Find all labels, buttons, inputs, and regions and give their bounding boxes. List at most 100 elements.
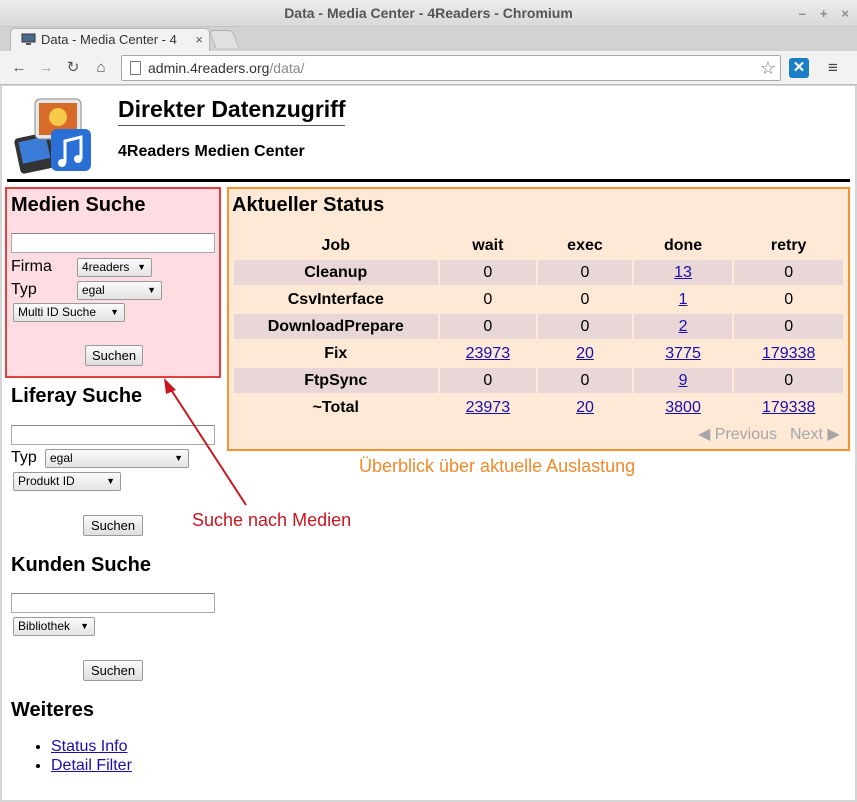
forward-icon[interactable]: → — [35, 57, 57, 79]
column-header-exec: exec — [567, 237, 603, 254]
column-header-job: Job — [321, 237, 350, 254]
wait-link[interactable]: 23973 — [466, 399, 511, 416]
browser-toolbar: ← → ↻ ⌂ admin.4readers.org/data/ ☆ ✕ ≡ — [0, 51, 857, 85]
liferay-search-title: Liferay Suche — [11, 385, 143, 407]
status-title: Aktueller Status — [232, 194, 385, 216]
done-link[interactable]: 3775 — [665, 345, 701, 362]
medien-search-input[interactable] — [11, 233, 215, 253]
retry-link[interactable]: 179338 — [762, 399, 815, 416]
minimize-icon[interactable]: – — [799, 0, 806, 27]
table-row: Fix 23973 20 3775 179338 — [234, 341, 843, 366]
kunden-mode-select[interactable]: Bibliothek ▼ — [13, 617, 95, 636]
chevron-down-icon: ▼ — [106, 476, 115, 486]
job-cell: Cleanup — [234, 260, 438, 285]
liferay-typ-select-value: egal — [50, 451, 73, 465]
firma-label: Firma — [11, 258, 52, 275]
close-window-icon[interactable]: × — [841, 0, 849, 27]
done-link[interactable]: 3800 — [665, 399, 701, 416]
medien-typ-select-value: egal — [82, 283, 105, 297]
window-title: Data - Media Center - 4Readers - Chromiu… — [284, 5, 573, 21]
table-row: DownloadPrepare 0 0 2 0 — [234, 314, 843, 339]
wait-cell: 0 — [439, 314, 537, 339]
pager-next-label: Next — [790, 426, 823, 443]
medien-search-title: Medien Suche — [11, 194, 146, 216]
window-controls: – + × — [799, 0, 849, 27]
done-cell: 13 — [633, 260, 733, 285]
exec-cell: 0 — [580, 290, 590, 308]
wait-cell: 23973 — [440, 341, 537, 366]
column-header-wait: wait — [472, 237, 504, 254]
chevron-down-icon: ▼ — [174, 453, 183, 463]
liferay-typ-select[interactable]: egal ▼ — [45, 449, 189, 468]
home-icon[interactable]: ⌂ — [90, 57, 112, 79]
close-tab-icon[interactable]: × — [195, 29, 203, 51]
status-caption: Überblick über aktuelle Auslastung — [359, 456, 636, 476]
table-row: Cleanup 0 0 13 0 — [234, 260, 843, 285]
chevron-down-icon: ▼ — [137, 262, 146, 272]
detail-filter-link[interactable]: Detail Filter — [51, 757, 132, 774]
pager-previous[interactable]: ◀ Previous — [698, 424, 777, 444]
medien-typ-select[interactable]: egal ▼ — [77, 281, 162, 300]
medien-mode-select[interactable]: Multi ID Suche ▼ — [13, 303, 125, 322]
done-link[interactable]: 1 — [679, 291, 688, 308]
table-row: CsvInterface 0 0 1 0 — [234, 287, 843, 312]
wait-link[interactable]: 23973 — [466, 345, 511, 362]
done-link[interactable]: 13 — [674, 264, 692, 281]
exec-cell: 20 — [538, 341, 632, 366]
kunden-mode-select-value: Bibliothek — [18, 619, 71, 633]
done-link[interactable]: 2 — [679, 318, 688, 335]
medien-mode-select-value: Multi ID Suche — [18, 305, 97, 319]
back-icon[interactable]: ← — [8, 57, 30, 79]
retry-link[interactable]: 179338 — [762, 345, 815, 362]
column-header-done: done — [663, 237, 703, 254]
exec-link[interactable]: 20 — [576, 345, 594, 362]
extension-icon[interactable]: ✕ — [789, 58, 809, 78]
wait-cell: 0 — [439, 368, 537, 393]
done-link[interactable]: 9 — [679, 372, 688, 389]
done-cell: 3800 — [634, 395, 733, 420]
pager-next[interactable]: Next ▶ — [790, 424, 840, 444]
exec-link[interactable]: 20 — [576, 399, 594, 416]
job-cell: CsvInterface — [287, 290, 384, 308]
header-divider — [7, 179, 850, 182]
table-row-total: ~Total 23973 20 3800 179338 — [234, 395, 843, 420]
table-row: FtpSync 0 0 9 0 — [234, 368, 843, 393]
chevron-down-icon: ▼ — [110, 307, 119, 317]
retry-cell: 0 — [734, 314, 843, 339]
maximize-icon[interactable]: + — [820, 0, 828, 27]
liferay-search-button[interactable]: Suchen — [83, 515, 143, 536]
chevron-down-icon: ▼ — [147, 285, 156, 295]
retry-cell: 179338 — [734, 395, 843, 420]
address-path: /data/ — [269, 60, 305, 76]
kunden-search-button[interactable]: Suchen — [83, 660, 143, 681]
status-info-link[interactable]: Status Info — [51, 738, 128, 755]
liferay-mode-select[interactable]: Produkt ID ▼ — [13, 472, 121, 491]
weiteres-title: Weiteres — [11, 699, 95, 721]
media-logo-icon — [14, 98, 91, 174]
new-tab-button[interactable] — [208, 30, 240, 48]
liferay-search-input[interactable] — [11, 425, 215, 445]
page-icon — [130, 61, 141, 75]
kunden-search-input[interactable] — [11, 593, 215, 613]
reload-icon[interactable]: ↻ — [62, 57, 84, 79]
retry-cell: 0 — [734, 368, 843, 393]
medien-search-button[interactable]: Suchen — [85, 345, 143, 366]
menu-icon[interactable]: ≡ — [823, 58, 843, 78]
firma-select[interactable]: 4readers ▼ — [77, 258, 152, 277]
monitor-icon — [21, 33, 36, 45]
tab-data-media-center[interactable]: Data - Media Center - 4 × — [10, 28, 210, 51]
liferay-typ-label: Typ — [11, 449, 37, 466]
done-cell: 3775 — [634, 341, 733, 366]
job-cell: ~Total — [312, 398, 359, 416]
bookmark-star-icon[interactable]: ☆ — [760, 56, 776, 80]
job-cell: FtpSync — [234, 368, 438, 393]
page-title: Direkter Datenzugriff — [118, 96, 346, 126]
address-bar[interactable]: admin.4readers.org/data/ ☆ — [121, 55, 781, 81]
firma-select-value: 4readers — [82, 260, 130, 274]
retry-cell: 179338 — [734, 341, 843, 366]
done-cell: 1 — [634, 287, 733, 312]
kunden-search-title: Kunden Suche — [11, 554, 152, 576]
job-cell: Fix — [324, 344, 348, 362]
exec-cell: 20 — [538, 395, 632, 420]
triangle-right-icon: ▶ — [827, 426, 840, 443]
